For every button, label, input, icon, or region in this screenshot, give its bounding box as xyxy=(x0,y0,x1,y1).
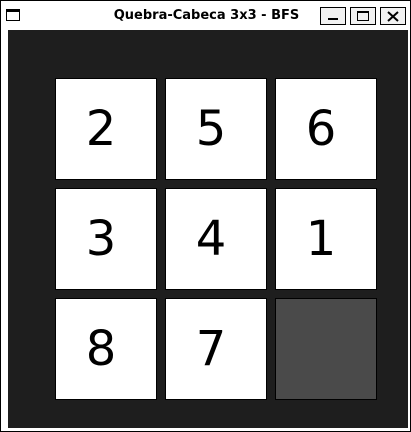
close-icon xyxy=(387,11,399,22)
minimize-icon xyxy=(328,18,338,20)
maximize-button[interactable] xyxy=(350,7,376,25)
maximize-icon xyxy=(357,11,369,21)
empty-slot[interactable] xyxy=(275,298,377,400)
minimize-button[interactable] xyxy=(320,7,346,25)
puzzle-tile[interactable]: 6 xyxy=(275,78,377,180)
puzzle-tile[interactable]: 2 xyxy=(55,78,157,180)
puzzle-tile[interactable]: 3 xyxy=(55,188,157,290)
app-window: Quebra-Cabeca 3x3 - BFS 2 5 6 3 4 1 8 7 xyxy=(0,0,411,432)
puzzle-tile[interactable]: 4 xyxy=(165,188,267,290)
title-bar[interactable]: Quebra-Cabeca 3x3 - BFS xyxy=(1,1,410,29)
puzzle-tile[interactable]: 5 xyxy=(165,78,267,180)
puzzle-tile[interactable]: 1 xyxy=(275,188,377,290)
puzzle-board: 2 5 6 3 4 1 8 7 xyxy=(8,30,408,428)
puzzle-tile[interactable]: 8 xyxy=(55,298,157,400)
puzzle-tile[interactable]: 7 xyxy=(165,298,267,400)
close-button[interactable] xyxy=(380,7,406,25)
